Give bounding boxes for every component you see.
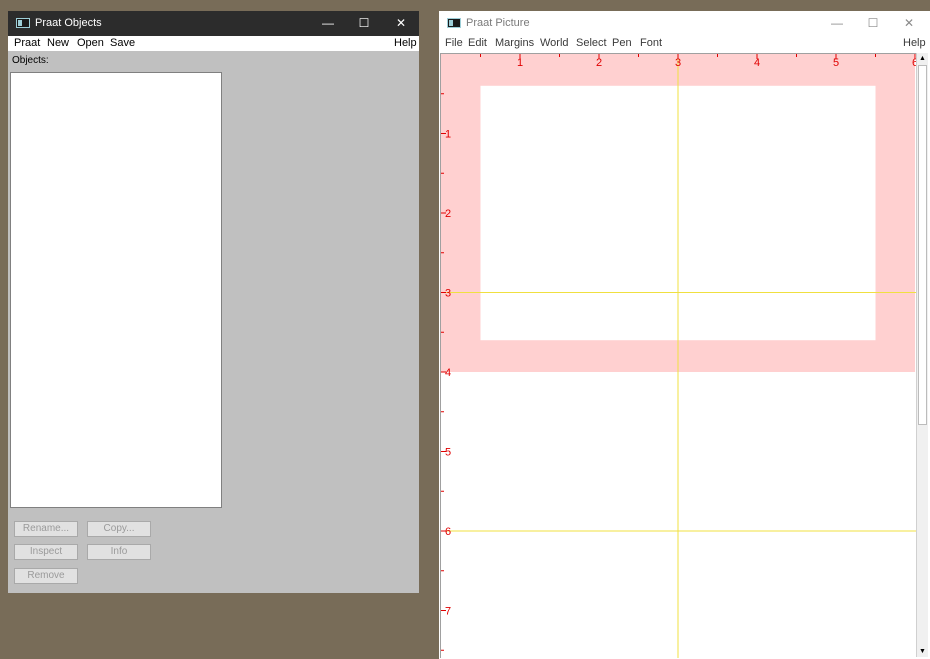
praat-objects-window: Praat Objects — ☐ ✕ Praat New Open Save … — [8, 11, 419, 593]
y-ruler-label: 4 — [445, 367, 451, 379]
vertical-scrollbar[interactable]: ▲ ▼ — [916, 53, 928, 657]
menu-file[interactable]: File — [445, 37, 463, 49]
y-ruler-label: 6 — [445, 526, 451, 538]
x-ruler-label: 3 — [675, 57, 681, 69]
x-ruler-label: 5 — [833, 57, 839, 69]
menu-pen[interactable]: Pen — [612, 37, 632, 49]
minimize-button[interactable]: — — [827, 15, 847, 31]
picture-window-title: Praat Picture — [466, 17, 530, 29]
menu-select[interactable]: Select — [576, 37, 607, 49]
scrollbar-thumb[interactable] — [918, 65, 927, 425]
objects-window-title: Praat Objects — [35, 17, 102, 29]
menu-help[interactable]: Help — [903, 37, 926, 49]
y-ruler-label: 5 — [445, 447, 451, 459]
picture-menu-bar: File Edit Margins World Select Pen Font … — [439, 36, 930, 52]
x-ruler-label: 4 — [754, 57, 760, 69]
praat-picture-window: Praat Picture — ☐ ✕ File Edit Margins Wo… — [439, 11, 930, 659]
menu-world[interactable]: World — [540, 37, 569, 49]
menu-help[interactable]: Help — [394, 37, 417, 49]
objects-list[interactable] — [10, 72, 222, 508]
praat-app-icon — [447, 18, 461, 28]
scroll-up-arrow-icon[interactable]: ▲ — [917, 53, 928, 64]
maximize-button[interactable]: ☐ — [354, 15, 374, 31]
inspect-button[interactable]: Inspect — [14, 544, 78, 560]
objects-title-bar[interactable]: Praat Objects — ☐ ✕ — [8, 11, 419, 36]
y-ruler-label: 3 — [445, 288, 451, 300]
picture-title-bar[interactable]: Praat Picture — ☐ ✕ — [439, 11, 930, 36]
menu-new[interactable]: New — [47, 37, 69, 49]
close-button[interactable]: ✕ — [899, 15, 919, 31]
close-button[interactable]: ✕ — [391, 15, 411, 31]
picture-canvas[interactable]: 1234561234567 — [440, 53, 917, 658]
remove-button[interactable]: Remove — [14, 568, 78, 584]
menu-font[interactable]: Font — [640, 37, 662, 49]
picture-canvas-drawing[interactable]: 1234561234567 — [441, 54, 917, 658]
x-ruler-label: 2 — [596, 57, 602, 69]
menu-margins[interactable]: Margins — [495, 37, 534, 49]
info-button[interactable]: Info — [87, 544, 151, 560]
objects-menu-bar: Praat New Open Save Help — [8, 36, 419, 51]
objects-label: Objects: — [12, 55, 49, 66]
menu-edit[interactable]: Edit — [468, 37, 487, 49]
menu-open[interactable]: Open — [77, 37, 104, 49]
maximize-button[interactable]: ☐ — [863, 15, 883, 31]
menu-praat[interactable]: Praat — [14, 37, 40, 49]
y-ruler-label: 2 — [445, 208, 451, 220]
minimize-button[interactable]: — — [318, 15, 338, 31]
copy-button[interactable]: Copy... — [87, 521, 151, 537]
y-ruler-label: 7 — [445, 606, 451, 618]
y-ruler-label: 1 — [445, 129, 451, 141]
scroll-down-arrow-icon[interactable]: ▼ — [917, 646, 928, 657]
rename-button[interactable]: Rename... — [14, 521, 78, 537]
menu-save[interactable]: Save — [110, 37, 135, 49]
x-ruler-label: 1 — [517, 57, 523, 69]
praat-app-icon — [16, 18, 30, 28]
